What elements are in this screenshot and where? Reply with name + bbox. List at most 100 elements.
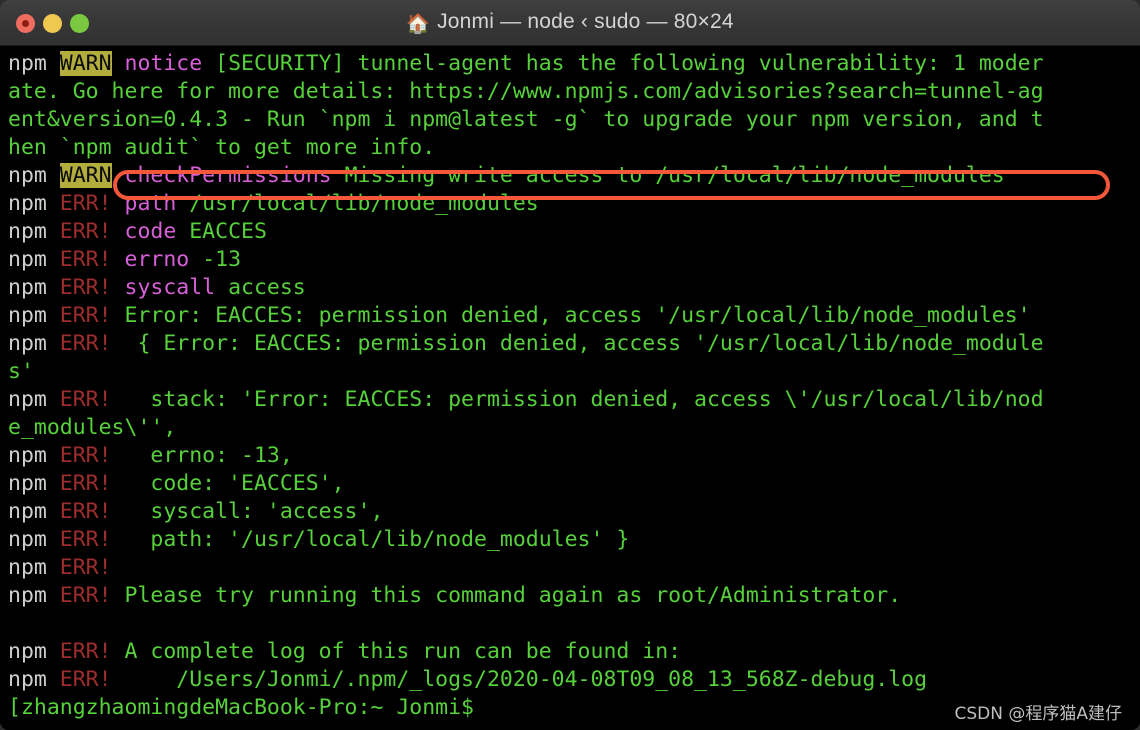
terminal-text-run: path: '/usr/local/lib/node_modules' } <box>111 527 630 552</box>
terminal-line: s' <box>8 358 1140 386</box>
terminal-text-run: npm <box>8 51 60 76</box>
window-titlebar[interactable]: 🏠 Jonmi — node ‹ sudo — 80×24 <box>0 0 1140 46</box>
terminal-text-run: Error: EACCES: permission denied, access… <box>111 303 1031 328</box>
terminal-text-run: hen `npm audit` to get more info. <box>8 135 436 160</box>
terminal-text-run <box>112 247 125 272</box>
terminal-text-run: WARN <box>59 51 112 76</box>
terminal-screen[interactable]: npm WARN notice [SECURITY] tunnel-agent … <box>0 46 1140 730</box>
terminal-text-run: ERR! <box>59 583 112 608</box>
terminal-text-run: access <box>215 275 306 300</box>
terminal-text-run: s' <box>8 359 34 384</box>
terminal-line: npm ERR! syscall: 'access', <box>8 498 1140 526</box>
terminal-line: e_modules\'', <box>8 414 1140 442</box>
home-icon: 🏠 <box>406 13 431 35</box>
terminal-text-run: ERR! <box>59 191 112 216</box>
terminal-text-run: checkPermissions <box>124 163 332 188</box>
terminal-text-run: { Error: EACCES: permission denied, acce… <box>111 331 1044 356</box>
terminal-line: npm ERR! Please try running this command… <box>8 582 1140 610</box>
terminal-line: npm ERR! { Error: EACCES: permission den… <box>8 330 1140 358</box>
csdn-watermark: CSDN @程序猫A建仔 <box>954 704 1122 724</box>
terminal-line: npm ERR! path /usr/local/lib/node_module… <box>8 190 1140 218</box>
terminal-line: npm WARN checkPermissions Missing write … <box>8 162 1140 190</box>
terminal-text-run: npm <box>8 387 60 412</box>
terminal-text-run: ERR! <box>59 303 112 328</box>
terminal-text-run: ERR! <box>59 247 112 272</box>
terminal-text-run: Please try running this command again as… <box>111 583 902 608</box>
terminal-text-run: ERR! <box>59 443 112 468</box>
terminal-text-run: npm <box>8 583 60 608</box>
terminal-text-run: stack: 'Error: EACCES: permission denied… <box>111 387 1044 412</box>
terminal-line: hen `npm audit` to get more info. <box>8 134 1140 162</box>
terminal-text-run: ERR! <box>59 639 112 664</box>
terminal-text-run: errno <box>124 247 190 272</box>
terminal-text-run: ERR! <box>59 331 112 356</box>
terminal-text-run <box>112 275 125 300</box>
terminal-text-run: errno: -13, <box>111 443 293 468</box>
terminal-text-run: npm <box>8 639 60 664</box>
terminal-line: npm ERR! path: '/usr/local/lib/node_modu… <box>8 526 1140 554</box>
terminal-text-run: npm <box>8 247 60 272</box>
window-title-text: Jonmi — node ‹ sudo — 80×24 <box>437 10 734 33</box>
terminal-text-run <box>112 51 125 76</box>
terminal-text-run: [zhangzhaomingdeMacBook-Pro:~ Jonmi$ <box>8 695 474 720</box>
terminal-text-run: npm <box>8 555 60 580</box>
terminal-text-run: ERR! <box>59 275 112 300</box>
terminal-text-run: ERR! <box>59 387 112 412</box>
terminal-text-run: e_modules\'', <box>8 415 177 440</box>
terminal-text-run: Missing write access to /usr/local/lib/n… <box>331 163 1005 188</box>
terminal-text-run: syscall <box>124 275 216 300</box>
terminal-text-run: ERR! <box>59 219 112 244</box>
terminal-line: npm ERR! errno -13 <box>8 246 1140 274</box>
terminal-line: npm ERR! <box>8 554 1140 582</box>
terminal-text-run <box>8 611 21 636</box>
terminal-line: npm ERR! code EACCES <box>8 218 1140 246</box>
terminal-text-run: /usr/local/lib/node_modules <box>176 191 539 216</box>
terminal-text-run: npm <box>8 527 60 552</box>
terminal-text-run: npm <box>8 219 60 244</box>
terminal-line: npm ERR! Error: EACCES: permission denie… <box>8 302 1140 330</box>
terminal-line: npm ERR! A complete log of this run can … <box>8 638 1140 666</box>
terminal-text-run: ERR! <box>59 471 112 496</box>
terminal-text-run: notice <box>124 51 203 76</box>
terminal-line: ent&version=0.4.3 - Run `npm i npm@lates… <box>8 106 1140 134</box>
terminal-text-run: npm <box>8 331 60 356</box>
terminal-text-run: syscall: 'access', <box>111 499 384 524</box>
terminal-text-run: code <box>124 219 177 244</box>
terminal-line: npm WARN notice [SECURITY] tunnel-agent … <box>8 50 1140 78</box>
terminal-text-run: ent&version=0.4.3 - Run `npm i npm@lates… <box>8 107 1044 132</box>
terminal-text-run: npm <box>8 499 60 524</box>
terminal-text-run: A complete log of this run can be found … <box>111 639 682 664</box>
terminal-text-run: npm <box>8 471 60 496</box>
terminal-line: npm ERR! code: 'EACCES', <box>8 470 1140 498</box>
terminal-text-run: npm <box>8 303 60 328</box>
terminal-text-run: code: 'EACCES', <box>111 471 345 496</box>
terminal-text-run <box>112 163 125 188</box>
maximize-button[interactable] <box>70 13 89 33</box>
terminal-line <box>8 610 1140 638</box>
terminal-text-run: npm <box>8 163 60 188</box>
terminal-text-run: npm <box>8 275 60 300</box>
terminal-line: ate. Go here for more details: https://w… <box>8 78 1140 106</box>
terminal-text-run: path <box>124 191 177 216</box>
terminal-text-run <box>112 191 125 216</box>
terminal-text-run: -13 <box>189 247 242 272</box>
terminal-line: npm ERR! stack: 'Error: EACCES: permissi… <box>8 386 1140 414</box>
terminal-line: npm ERR! syscall access <box>8 274 1140 302</box>
terminal-text-run: npm <box>8 667 60 692</box>
minimize-button[interactable] <box>43 13 62 33</box>
terminal-text-run: EACCES <box>176 219 267 244</box>
terminal-text-run: /Users/Jonmi/.npm/_logs/2020-04-08T09_08… <box>111 667 928 692</box>
terminal-line: npm ERR! errno: -13, <box>8 442 1140 470</box>
terminal-line: npm ERR! /Users/Jonmi/.npm/_logs/2020-04… <box>8 666 1140 694</box>
terminal-text-run: [SECURITY] tunnel-agent has the followin… <box>202 51 1044 76</box>
terminal-text-run <box>112 219 125 244</box>
terminal-text-run: npm <box>8 443 60 468</box>
terminal-window: 🏠 Jonmi — node ‹ sudo — 80×24 npm WARN no… <box>0 0 1140 730</box>
close-button[interactable] <box>16 13 35 33</box>
window-controls <box>16 0 89 46</box>
terminal-text-run: ERR! <box>59 555 112 580</box>
terminal-text-run: ERR! <box>59 499 112 524</box>
terminal-output: npm WARN notice [SECURITY] tunnel-agent … <box>8 50 1140 722</box>
terminal-text-run: ERR! <box>59 527 112 552</box>
terminal-text-run: npm <box>8 191 60 216</box>
